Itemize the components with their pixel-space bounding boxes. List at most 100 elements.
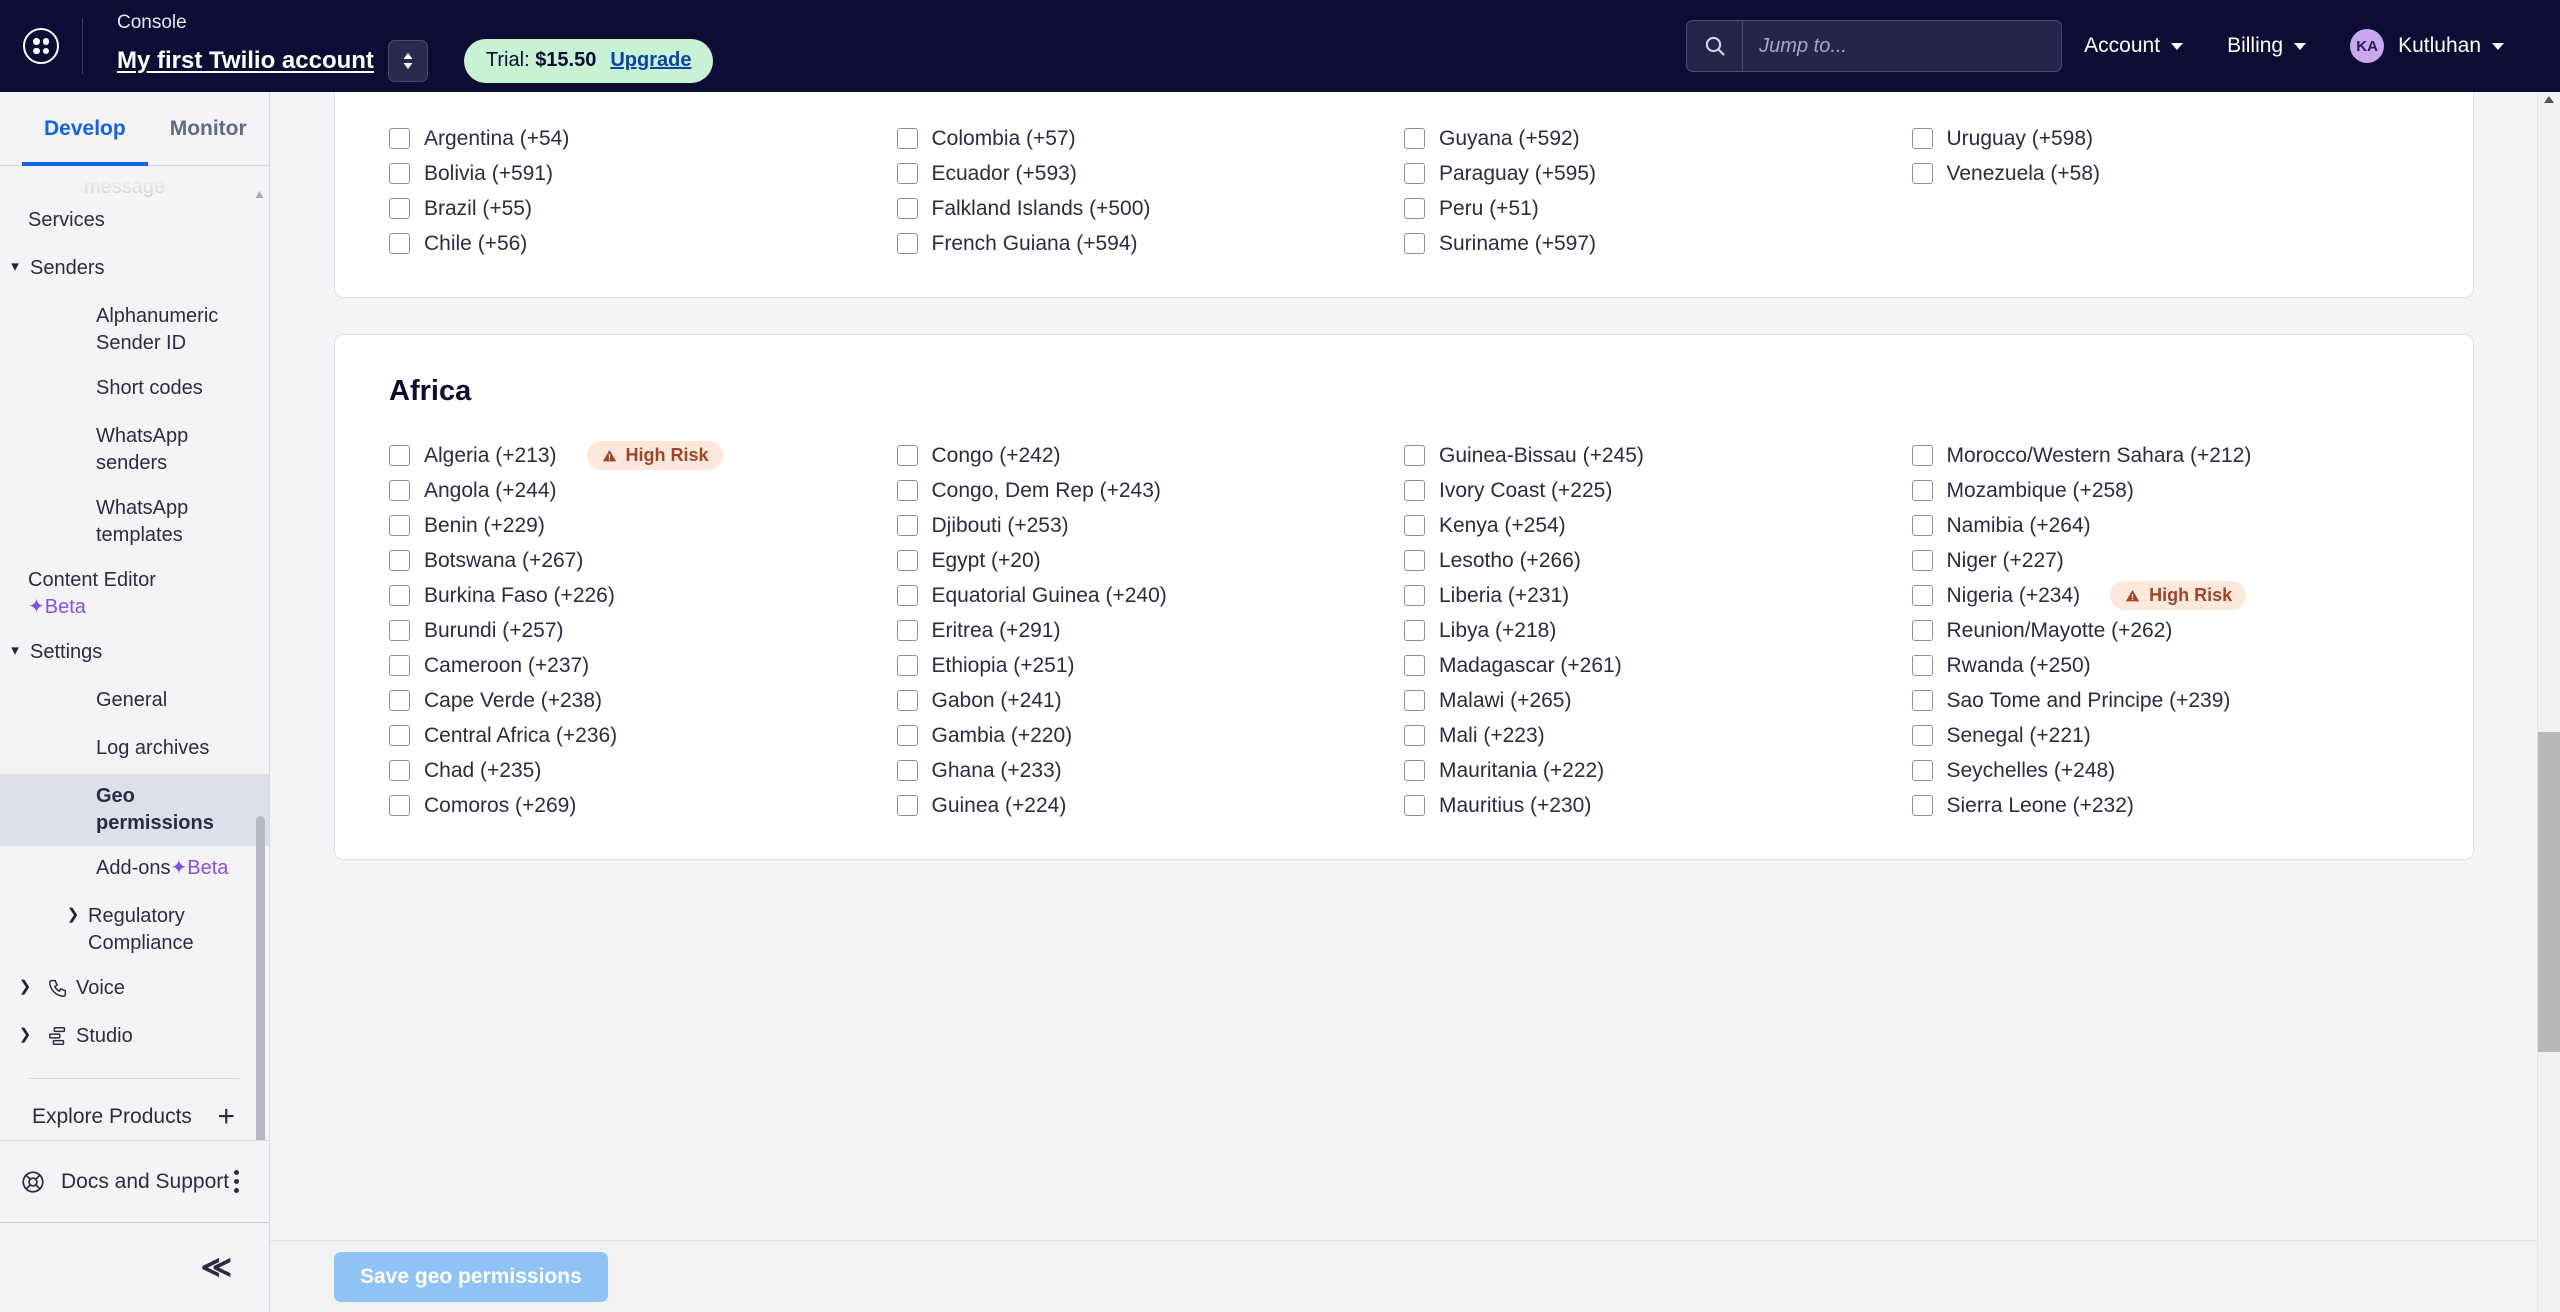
save-geo-permissions-button[interactable]: Save geo permissions [334, 1252, 608, 1302]
country-checkbox[interactable] [897, 585, 918, 606]
country-checkbox-row[interactable]: Chad (+235) [389, 753, 897, 788]
country-checkbox-row[interactable]: Ivory Coast (+225) [1404, 473, 1912, 508]
country-checkbox-row[interactable]: Benin (+229) [389, 508, 897, 543]
country-checkbox[interactable] [389, 163, 410, 184]
country-checkbox-row[interactable]: Congo (+242) [897, 438, 1405, 473]
country-checkbox[interactable] [389, 795, 410, 816]
scroll-up-arrow-icon[interactable] [2544, 96, 2554, 103]
country-checkbox[interactable] [1912, 760, 1933, 781]
page-scrollbar[interactable] [2538, 92, 2560, 1312]
account-switcher-button[interactable] [388, 40, 428, 82]
country-checkbox-row[interactable]: Nigeria (+234)High Risk [1912, 578, 2420, 613]
sidebar-item-whatsapp-senders[interactable]: WhatsApp senders [0, 414, 269, 486]
country-checkbox[interactable] [389, 445, 410, 466]
country-checkbox[interactable] [1912, 515, 1933, 536]
country-checkbox-row[interactable]: Libya (+218) [1404, 613, 1912, 648]
country-checkbox-row[interactable]: Colombia (+57) [897, 121, 1405, 156]
country-checkbox-row[interactable] [1912, 191, 2420, 226]
account-name-link[interactable]: My first Twilio account [117, 47, 374, 75]
country-checkbox[interactable] [1404, 163, 1425, 184]
country-checkbox[interactable] [1404, 725, 1425, 746]
country-checkbox-row[interactable]: Mauritius (+230) [1404, 788, 1912, 823]
country-checkbox[interactable] [1404, 550, 1425, 571]
tab-develop[interactable]: Develop [22, 92, 148, 165]
country-checkbox-row[interactable]: Eritrea (+291) [897, 613, 1405, 648]
country-checkbox-row[interactable]: Uruguay (+598) [1912, 121, 2420, 156]
apps-grid-button[interactable] [0, 0, 82, 92]
sidebar-item-services[interactable]: Services [0, 198, 269, 246]
country-checkbox[interactable] [897, 655, 918, 676]
country-checkbox[interactable] [389, 550, 410, 571]
country-checkbox[interactable] [1404, 655, 1425, 676]
sidebar-item-regulatory-compliance[interactable]: ❯ Regulatory Compliance [0, 894, 269, 966]
country-checkbox[interactable] [1404, 128, 1425, 149]
sidebar-scrollbar-thumb[interactable] [256, 816, 265, 1140]
country-checkbox-row[interactable]: Equatorial Guinea (+240) [897, 578, 1405, 613]
explore-products-button[interactable]: Explore Products + [0, 1079, 269, 1140]
country-checkbox[interactable] [897, 198, 918, 219]
search-input[interactable] [1743, 21, 2061, 71]
country-checkbox-row[interactable]: Morocco/Western Sahara (+212) [1912, 438, 2420, 473]
country-checkbox[interactable] [1912, 690, 1933, 711]
sidebar-item-add-ons[interactable]: Add-ons✦Beta [0, 846, 269, 894]
country-checkbox[interactable] [1404, 760, 1425, 781]
country-checkbox[interactable] [1404, 585, 1425, 606]
country-checkbox-row[interactable]: Cameroon (+237) [389, 648, 897, 683]
country-checkbox-row[interactable]: Guyana (+592) [1404, 121, 1912, 156]
country-checkbox-row[interactable]: Comoros (+269) [389, 788, 897, 823]
billing-menu[interactable]: Billing [2205, 0, 2328, 92]
country-checkbox[interactable] [389, 725, 410, 746]
sidebar-item-senders[interactable]: ▾ Senders [0, 246, 269, 294]
country-checkbox[interactable] [389, 198, 410, 219]
country-checkbox[interactable] [897, 445, 918, 466]
country-checkbox[interactable] [389, 620, 410, 641]
country-checkbox[interactable] [897, 128, 918, 149]
country-checkbox-row[interactable]: French Guiana (+594) [897, 226, 1405, 261]
country-checkbox-row[interactable]: Guinea (+224) [897, 788, 1405, 823]
country-checkbox[interactable] [1404, 480, 1425, 501]
docs-and-support[interactable]: Docs and Support [0, 1140, 269, 1222]
country-checkbox-row[interactable]: Egypt (+20) [897, 543, 1405, 578]
country-checkbox[interactable] [1912, 620, 1933, 641]
country-checkbox-row[interactable]: Djibouti (+253) [897, 508, 1405, 543]
country-checkbox-row[interactable]: Congo, Dem Rep (+243) [897, 473, 1405, 508]
country-checkbox[interactable] [1912, 163, 1933, 184]
country-checkbox-row[interactable]: Sierra Leone (+232) [1912, 788, 2420, 823]
sidebar-item-alphanumeric-sender-id[interactable]: Alphanumeric Sender ID [0, 294, 269, 366]
country-checkbox-row[interactable]: Venezuela (+58) [1912, 156, 2420, 191]
sidebar-item-content-editor[interactable]: Content Editor ✦Beta [0, 558, 269, 630]
country-checkbox[interactable] [389, 480, 410, 501]
country-checkbox-row[interactable]: Burkina Faso (+226) [389, 578, 897, 613]
country-checkbox-row[interactable]: Peru (+51) [1404, 191, 1912, 226]
country-checkbox[interactable] [897, 480, 918, 501]
country-checkbox[interactable] [897, 760, 918, 781]
sidebar-item-settings[interactable]: ▾ Settings [0, 630, 269, 678]
country-checkbox-row[interactable]: Ghana (+233) [897, 753, 1405, 788]
chevron-double-left-icon[interactable]: ≪ [201, 1250, 227, 1285]
country-checkbox-row[interactable]: Mali (+223) [1404, 718, 1912, 753]
country-checkbox-row[interactable]: Lesotho (+266) [1404, 543, 1912, 578]
upgrade-link[interactable]: Upgrade [610, 49, 691, 72]
country-checkbox-row[interactable]: Namibia (+264) [1912, 508, 2420, 543]
country-checkbox[interactable] [1912, 585, 1933, 606]
country-checkbox[interactable] [897, 690, 918, 711]
country-checkbox[interactable] [897, 795, 918, 816]
nav-scroll-up-arrow[interactable]: ▲ [253, 186, 266, 201]
country-checkbox[interactable] [1912, 445, 1933, 466]
country-checkbox-row[interactable]: Gambia (+220) [897, 718, 1405, 753]
sidebar-item-whatsapp-templates[interactable]: WhatsApp templates [0, 486, 269, 558]
country-checkbox-row[interactable]: Falkland Islands (+500) [897, 191, 1405, 226]
user-menu[interactable]: KA Kutluhan [2328, 0, 2526, 92]
country-checkbox[interactable] [897, 620, 918, 641]
country-checkbox-row[interactable]: Gabon (+241) [897, 683, 1405, 718]
country-checkbox-row[interactable]: Central Africa (+236) [389, 718, 897, 753]
page-scrollbar-thumb[interactable] [2538, 732, 2560, 1052]
sidebar-item-log-archives[interactable]: Log archives [0, 726, 269, 774]
country-checkbox[interactable] [389, 128, 410, 149]
sidebar-item-geo-permissions[interactable]: Geo permissions [0, 774, 269, 846]
country-checkbox-row[interactable]: Reunion/Mayotte (+262) [1912, 613, 2420, 648]
country-checkbox-row[interactable]: Ecuador (+593) [897, 156, 1405, 191]
country-checkbox[interactable] [1404, 515, 1425, 536]
country-checkbox[interactable] [1404, 795, 1425, 816]
country-checkbox[interactable] [389, 233, 410, 254]
